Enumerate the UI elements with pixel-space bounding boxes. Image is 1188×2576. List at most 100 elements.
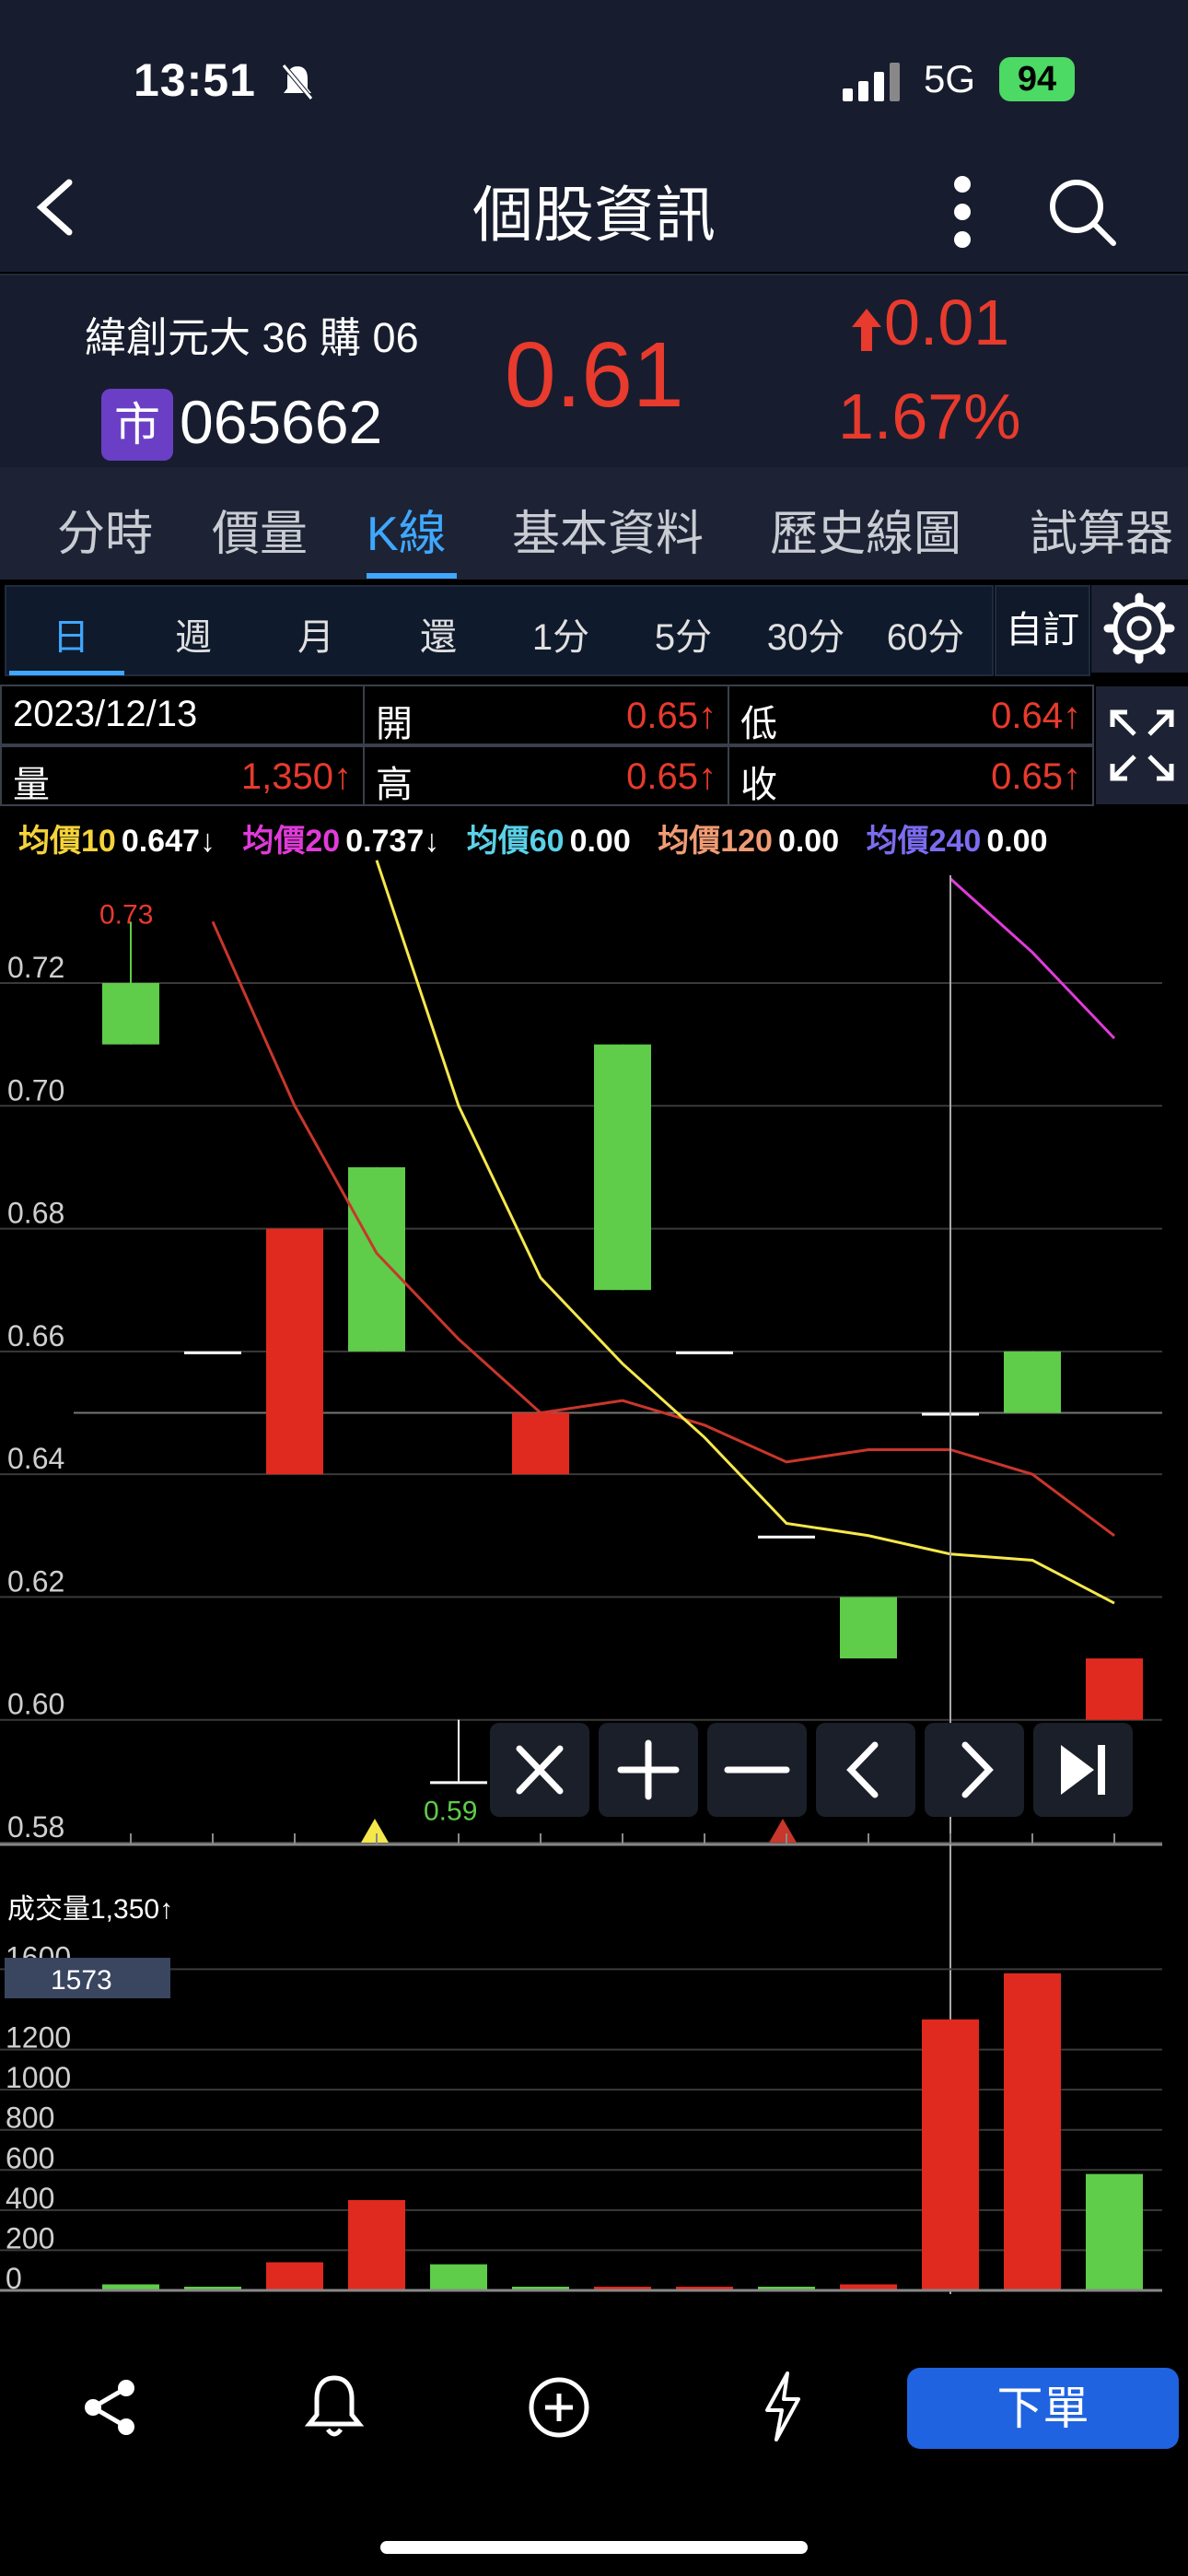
price-tick-label: 0.72 — [7, 951, 64, 984]
period-active-indicator — [9, 671, 124, 675]
candle-body — [184, 1351, 241, 1354]
candle-body — [266, 1228, 323, 1475]
close-icon[interactable] — [490, 1723, 589, 1817]
ma20-label: 均價20 — [242, 824, 341, 859]
tab-price-volume[interactable]: 價量 — [212, 495, 308, 564]
period-60min[interactable]: 60分 — [870, 607, 981, 661]
period-month[interactable]: 月 — [261, 607, 371, 661]
network-type: 5G — [924, 57, 976, 100]
volume-hover-value: 1573 — [51, 1965, 112, 1996]
candle-body — [348, 1166, 405, 1352]
ohlc-info-grid: 2023/12/13 開 0.65↑ 低 0.64↑ 量 1,350↑ 高 0.… — [0, 685, 1094, 806]
marker-triangle-yellow — [361, 1819, 389, 1843]
tab-bar: 分時 價量 K線 基本資料 歷史線圖 試算器 — [0, 467, 1188, 580]
price-tick-label: 0.68 — [7, 1197, 64, 1230]
date-tick-label: 12/18 — [1079, 2290, 1148, 2294]
candle-body — [1086, 1658, 1143, 1720]
date-tick-label: 12/04 — [342, 2290, 411, 2294]
page-title: 個股資訊 — [472, 181, 716, 249]
tab-history-chart[interactable]: 歷史線圖 — [770, 495, 961, 564]
volume-label: 成交量1,350↑ — [7, 1894, 173, 1925]
add-circle-icon[interactable] — [527, 2375, 591, 2440]
place-order-button[interactable]: 下單 — [907, 2368, 1179, 2449]
date-tick-label: 12/13 — [915, 2290, 984, 2294]
date-tick-label: 11/30 — [180, 2290, 247, 2294]
candle-body — [840, 1597, 897, 1659]
home-indicator — [380, 2541, 808, 2554]
stock-code: 065662 — [180, 388, 383, 456]
date-tick-label: 12/14 — [997, 2290, 1066, 2294]
date-tick-label: 12/06 — [506, 2290, 575, 2294]
period-week[interactable]: 週 — [138, 607, 249, 661]
max-price-label: 0.73 — [99, 899, 153, 930]
zoom-in-icon[interactable] — [599, 1723, 698, 1817]
zoom-out-icon[interactable] — [707, 1723, 807, 1817]
volume-tick-label: 1000 — [6, 2061, 71, 2094]
gear-icon[interactable] — [1091, 585, 1188, 673]
price-tick-label: 0.66 — [7, 1319, 64, 1352]
date-tick-label: 12/05 — [424, 2290, 493, 2294]
tab-calculator[interactable]: 試算器 — [1030, 495, 1173, 564]
bell-icon[interactable] — [302, 2372, 367, 2442]
price-tick-label: 0.62 — [7, 1564, 64, 1598]
market-badge: 市 — [101, 389, 173, 461]
tab-active-indicator — [367, 573, 457, 579]
kline-chart[interactable]: 0.72 0.70 0.68 0.66 0.64 0.62 0.60 0.58 0.73 0.59… — [0, 857, 1188, 2294]
period-adjusted[interactable]: 還 — [383, 607, 494, 661]
min-price-label: 0.59 — [424, 1796, 477, 1826]
period-1min[interactable]: 1分 — [506, 607, 616, 661]
lightning-icon[interactable] — [760, 2370, 806, 2443]
more-vertical-icon[interactable] — [939, 170, 985, 253]
scroll-left-icon[interactable] — [816, 1723, 915, 1817]
fullscreen-icon[interactable] — [1096, 686, 1188, 804]
silent-bell-icon — [282, 64, 313, 100]
tab-kline[interactable]: K線 — [367, 495, 447, 564]
date-tick-label: 12/08 — [670, 2290, 739, 2294]
volume-tick-label: 600 — [6, 2141, 54, 2174]
price-change: 0.01 — [884, 287, 1010, 358]
info-high: 高 0.65↑ — [363, 745, 729, 806]
signal-icon — [843, 63, 900, 101]
volume-bar — [1004, 1973, 1061, 2290]
info-open: 開 0.65↑ — [363, 685, 729, 745]
candle-body — [758, 1535, 815, 1539]
volume-bar — [1086, 2173, 1143, 2290]
jump-to-latest-icon[interactable] — [1033, 1723, 1133, 1817]
period-5min[interactable]: 5分 — [628, 607, 739, 661]
share-icon[interactable] — [78, 2375, 143, 2440]
stock-name: 緯創元大 36 購 06 — [85, 314, 419, 361]
scroll-right-icon[interactable] — [925, 1723, 1024, 1817]
ma10-label: 均價10 — [18, 824, 116, 859]
last-price: 0.61 — [505, 323, 684, 427]
date-tick-label: 12/01 — [260, 2290, 329, 2294]
volume-bar — [430, 2264, 487, 2290]
period-30min[interactable]: 30分 — [751, 607, 861, 661]
volume-bar — [266, 2262, 323, 2290]
ma60-value: 0.00 — [569, 824, 631, 859]
period-day[interactable]: 日 — [16, 607, 126, 661]
price-change-percent: 1.67% — [838, 381, 1021, 452]
date-tick-label: 12/07 — [588, 2290, 657, 2294]
status-time: 13:51 — [134, 54, 256, 106]
marker-triangle-red — [769, 1819, 797, 1843]
price-tick-label: 0.64 — [7, 1442, 64, 1475]
ma240-value: 0.00 — [986, 824, 1048, 859]
price-tick-label: 0.60 — [7, 1688, 64, 1721]
volume-tick-label: 1200 — [6, 2021, 71, 2055]
custom-period-button[interactable]: 自訂 — [995, 585, 1090, 676]
search-icon[interactable] — [1045, 175, 1119, 249]
tab-basic-info[interactable]: 基本資料 — [512, 495, 704, 564]
ma20-value: 0.737↓ — [345, 824, 440, 859]
price-tick-label: 0.58 — [7, 1810, 64, 1844]
tab-intraday[interactable]: 分時 — [57, 495, 153, 564]
candle-body — [430, 1781, 487, 1785]
ma20-line — [949, 877, 1116, 1040]
volume-bar — [348, 2199, 405, 2290]
ma10-value: 0.647↓ — [121, 824, 215, 859]
info-close: 收 0.65↑ — [728, 745, 1094, 806]
date-tick-label: 12/12 — [833, 2290, 903, 2294]
candle-body — [676, 1351, 733, 1354]
date-tick-label: 11/29 — [98, 2290, 165, 2294]
battery-indicator: 94 — [999, 57, 1075, 101]
info-date: 2023/12/13 — [0, 685, 365, 745]
